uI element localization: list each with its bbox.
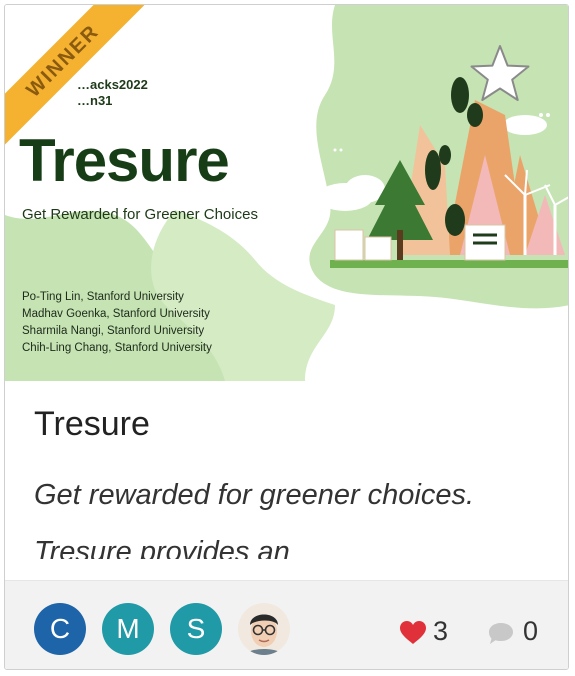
avatar-photo[interactable]	[238, 603, 290, 655]
heart-icon	[400, 621, 426, 644]
author-line: Sharmila Nangi, Stanford University	[22, 325, 205, 337]
author-line: Chih-Ling Chang, Stanford University	[22, 342, 212, 354]
project-card[interactable]: …acks2022 …n31 Tresure Get Rewarded for …	[4, 4, 569, 670]
card-footer: C M S 3 0	[5, 580, 568, 669]
comment-count: 0	[523, 616, 539, 646]
person-photo-icon	[238, 603, 290, 655]
avatar[interactable]: S	[170, 603, 222, 655]
avatar-initial: M	[116, 613, 140, 644]
slide-subtitle: Get Rewarded for Greener Choices	[22, 206, 258, 223]
project-description: Get rewarded for greener choices. Tresur…	[34, 479, 475, 559]
author-line: Po-Ting Lin, Stanford University	[22, 291, 184, 303]
project-title[interactable]: Tresure	[34, 405, 150, 444]
star-icon[interactable]	[469, 43, 531, 105]
winner-ribbon: WINNER	[5, 5, 145, 145]
winner-badge-label: WINNER	[5, 5, 145, 145]
avatar-initial: S	[186, 613, 206, 644]
avatar[interactable]: M	[102, 603, 154, 655]
avatar-initial: C	[49, 613, 71, 644]
author-line: Madhav Goenka, Stanford University	[22, 308, 210, 320]
comment-bubble-icon	[489, 623, 513, 644]
like-count: 3	[433, 616, 449, 646]
project-thumbnail[interactable]: …acks2022 …n31 Tresure Get Rewarded for …	[5, 5, 568, 381]
avatar[interactable]: C	[34, 603, 86, 655]
